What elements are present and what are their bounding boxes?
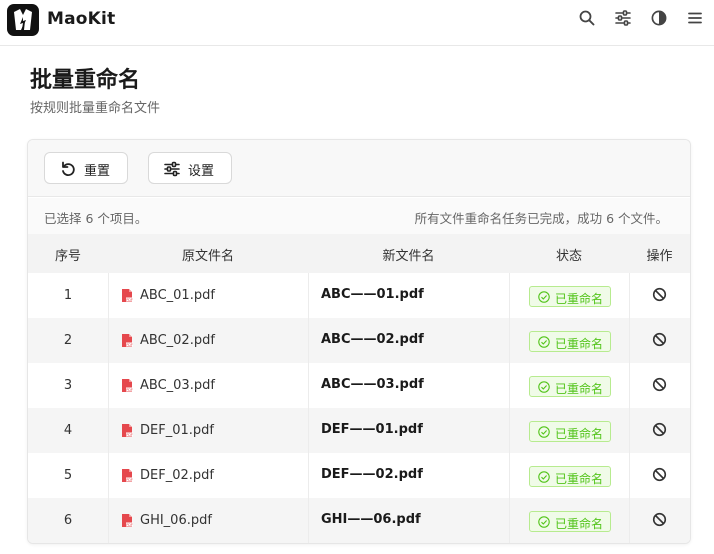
app-title: MaoKit — [47, 9, 116, 29]
cancel-icon[interactable] — [652, 422, 667, 437]
cancel-icon[interactable] — [652, 512, 667, 527]
new-filename: ABC——02.pdf — [321, 332, 424, 347]
top-bar: MaoKit — [0, 0, 714, 46]
contrast-icon[interactable] — [650, 9, 668, 27]
reset-button[interactable]: 重置 — [44, 152, 128, 184]
table-row[interactable]: 1 PDF ABC_01.pdf ABC——01.pdf 已重命名 — [28, 273, 690, 318]
pdf-file-icon: PDF — [122, 289, 133, 302]
page-title: 批量重命名 — [30, 68, 141, 93]
svg-text:PDF: PDF — [126, 478, 133, 482]
table-row[interactable]: 3 PDF ABC_03.pdf ABC——03.pdf 已重命名 — [28, 363, 690, 408]
settings-button[interactable]: 设置 — [148, 152, 232, 184]
table-row[interactable]: 4 PDF DEF_01.pdf DEF——01.pdf 已重命名 — [28, 408, 690, 453]
sliders-icon[interactable] — [614, 9, 632, 27]
check-circle-icon — [538, 426, 550, 438]
table-row[interactable]: 2 PDF ABC_02.pdf ABC——02.pdf 已重命名 — [28, 318, 690, 363]
column-header-new: 新文件名 — [382, 249, 435, 264]
status-badge: 已重命名 — [529, 376, 611, 397]
status-badge: 已重命名 — [529, 286, 611, 307]
column-header-status: 状态 — [555, 249, 582, 264]
row-index: 5 — [63, 468, 73, 483]
selection-count: 已选择 6 个项目。 — [44, 211, 148, 226]
cancel-icon[interactable] — [652, 377, 667, 392]
new-filename: DEF——02.pdf — [321, 467, 423, 482]
check-circle-icon — [538, 291, 550, 303]
card-toolbar: 重置 设置 — [28, 140, 690, 197]
row-index: 1 — [63, 288, 73, 303]
app-logo[interactable] — [7, 4, 39, 36]
new-filename: GHI——06.pdf — [321, 512, 421, 527]
status-badge: 已重命名 — [529, 331, 611, 352]
rename-card: 重置 设置 已选择 6 个项目。 所有文件重命名任务已完成，成功 6 个文件。 … — [27, 139, 691, 544]
cancel-icon[interactable] — [652, 332, 667, 347]
svg-text:PDF: PDF — [126, 388, 133, 392]
row-index: 6 — [63, 513, 73, 528]
status-badge: 已重命名 — [529, 511, 611, 532]
search-icon[interactable] — [578, 9, 596, 27]
pdf-file-icon: PDF — [122, 469, 133, 482]
check-circle-icon — [538, 516, 550, 528]
status-badge: 已重命名 — [529, 466, 611, 487]
row-index: 4 — [63, 423, 73, 438]
check-circle-icon — [538, 381, 550, 393]
sliders-icon — [164, 161, 180, 177]
column-header-action: 操作 — [646, 249, 673, 264]
svg-text:PDF: PDF — [126, 343, 133, 347]
pdf-file-icon: PDF — [122, 379, 133, 392]
completion-message: 所有文件重命名任务已完成，成功 6 个文件。 — [414, 211, 668, 226]
pdf-file-icon: PDF — [122, 334, 133, 347]
cancel-icon[interactable] — [652, 467, 667, 482]
check-circle-icon — [538, 471, 550, 483]
column-header-original: 原文件名 — [181, 249, 234, 264]
status-line: 已选择 6 个项目。 所有文件重命名任务已完成，成功 6 个文件。 — [28, 198, 690, 234]
reset-label: 重置 — [84, 164, 111, 179]
cancel-icon[interactable] — [652, 287, 667, 302]
table-header: 序号 原文件名 新文件名 状态 操作 — [28, 234, 690, 273]
status-badge: 已重命名 — [529, 421, 611, 442]
pdf-file-icon: PDF — [122, 514, 133, 527]
svg-text:PDF: PDF — [126, 433, 133, 437]
settings-label: 设置 — [188, 164, 215, 179]
logo-icon — [14, 9, 32, 30]
table-row[interactable]: 5 PDF DEF_02.pdf DEF——02.pdf 已重命名 — [28, 453, 690, 498]
pdf-file-icon: PDF — [122, 424, 133, 437]
new-filename: DEF——01.pdf — [321, 422, 423, 437]
new-filename: ABC——01.pdf — [321, 287, 424, 302]
menu-icon[interactable] — [686, 9, 704, 27]
undo-icon — [62, 161, 75, 176]
row-index: 2 — [63, 333, 73, 348]
column-header-index: 序号 — [54, 249, 81, 264]
row-index: 3 — [63, 378, 73, 393]
check-circle-icon — [538, 336, 550, 348]
svg-text:PDF: PDF — [126, 523, 133, 527]
svg-text:PDF: PDF — [126, 298, 133, 302]
new-filename: ABC——03.pdf — [321, 377, 424, 392]
page-subtitle: 按规则批量重命名文件 — [30, 101, 161, 116]
table-row[interactable]: 6 PDF GHI_06.pdf GHI——06.pdf 已重命名 — [28, 498, 690, 543]
